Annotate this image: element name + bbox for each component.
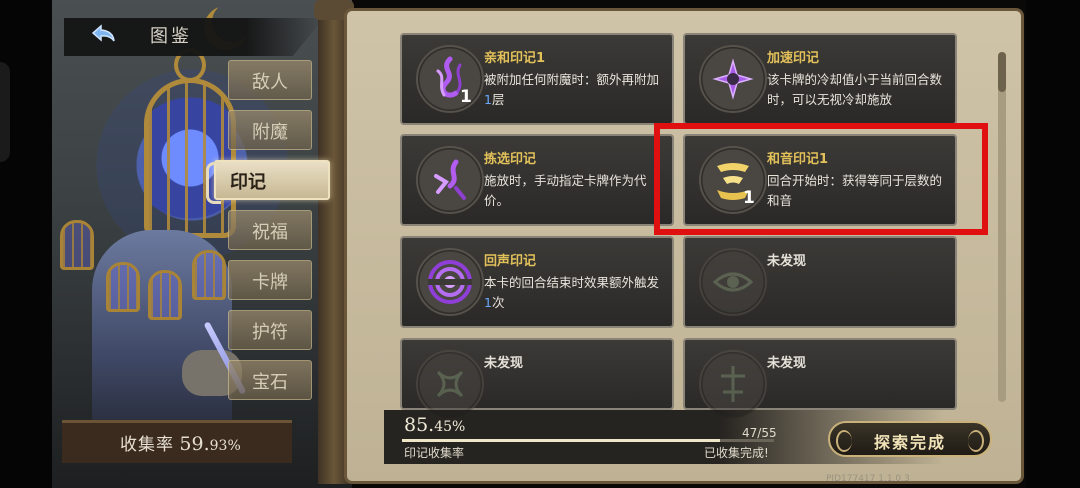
mark-desc-number: 1 [484,295,492,310]
mark-desc-text: 本卡的回合结束时效果额外触发 [484,275,660,290]
scrollbar-thumb[interactable] [998,52,1006,92]
page-title: 图鉴 [150,26,192,47]
marks-collection-label: 印记收集率 [404,446,465,460]
back-button[interactable] [90,22,122,50]
back-arrow-icon [91,24,115,42]
mark-card-undiscovered[interactable]: 未发现 [683,338,957,418]
tab-label: 敌人 [252,72,288,93]
tab-label: 印记 [230,172,266,193]
undiscovered-knot-icon [436,370,464,398]
tab-label: 护符 [252,322,288,343]
card-list-scrollbar[interactable] [998,52,1006,402]
tab-cards[interactable]: 卡牌 [228,260,312,300]
collection-progress-bar [402,439,774,442]
mark-card-undiscovered[interactable]: 未发现 [400,338,674,418]
mark-card-pick[interactable]: 拣选印记 施放时，手动指定卡牌作为代价。 [400,134,674,226]
marks-collection-percent: 85.45% [404,414,465,436]
mark-desc-suffix: 次 [491,295,505,310]
mark-name: 拣选印记 [484,152,537,167]
echo-mark-icon [428,260,472,304]
small-cage [192,250,226,300]
mark-emblem [416,45,484,113]
mark-desc-text: 施放时，手动指定卡牌作为代价。 [484,173,647,208]
tab-label: 卡牌 [252,272,288,293]
haste-mark-icon [712,58,754,100]
percent-dec: 45% [434,419,466,435]
collection-status: 已收集完成! [704,446,769,460]
tab-enchant[interactable]: 附魔 [228,110,312,150]
mark-desc-text: 该卡牌的冷却值小于当前回合数时，可以无视冷却施放 [767,72,943,107]
undiscovered-eye-icon [712,272,754,292]
tab-enemies[interactable]: 敌人 [228,60,312,100]
tab-label: 祝福 [252,222,288,243]
mark-desc-number: 1 [484,92,492,107]
mark-emblem [699,350,767,418]
version-label: PID177417 1.1.0.3 [826,474,910,484]
mark-emblem [416,248,484,316]
mark-card-affinity[interactable]: 1 亲和印记1 被附加任何附魔时：额外再附加1层 [400,33,674,125]
explore-button-label: 探索完成 [873,433,946,452]
mark-description: 本卡的回合结束时效果额外触发 1次 [484,273,664,313]
tab-label: 宝石 [252,372,288,393]
tab-amulets[interactable]: 护符 [228,310,312,350]
tab-marks[interactable]: 印记 [206,160,330,204]
mark-desc-text: 被附加任何附魔时：额外再附加 [484,72,660,87]
highlight-box [654,123,988,235]
collection-rate-dec: 93% [209,438,241,454]
pick-mark-icon [434,159,466,200]
mark-description: 被附加任何附魔时：额外再附加 1层 [484,70,664,110]
mark-description: 施放时，手动指定卡牌作为代价。 [484,171,664,211]
percent-int: 85. [404,414,435,436]
overall-collection-rate: 收集率 59.93% [120,430,241,455]
small-cage [60,220,94,270]
active-tab-bracket [206,162,221,204]
mark-name: 未发现 [767,356,807,371]
screen-edge-right [1026,0,1080,488]
codex-screen: 图鉴 敌人 附魔 印记 祝福 卡牌 护符 宝石 收集率 59.93% 1 亲和印… [0,0,1080,488]
mark-card-haste[interactable]: 加速印记 该卡牌的冷却值小于当前回合数时，可以无视冷却施放 [683,33,957,125]
small-cage [148,270,182,320]
undiscovered-rune-icon [721,366,745,402]
mark-emblem [699,45,767,113]
tab-label: 附魔 [252,122,288,143]
progress-fill [402,439,720,442]
mark-name: 加速印记 [767,51,820,66]
mark-name: 回声印记 [484,254,537,269]
mark-level: 1 [460,87,472,107]
mark-name: 未发现 [767,254,807,269]
mark-description: 该卡牌的冷却值小于当前回合数时，可以无视冷却施放 [767,70,947,110]
collection-rate-int: 59. [179,433,210,455]
mark-emblem [416,146,484,214]
mark-card-echo[interactable]: 回声印记 本卡的回合结束时效果额外触发 1次 [400,236,674,328]
tab-blessings[interactable]: 祝福 [228,210,312,250]
mark-desc-suffix: 层 [491,92,505,107]
category-tabs: 敌人 附魔 印记 祝福 卡牌 护符 宝石 [206,60,344,410]
small-cage [106,262,140,312]
mark-name: 未发现 [484,356,524,371]
collected-count: 47/55 [742,426,777,440]
ornament-right-icon [968,430,984,452]
device-edge-tab [0,62,10,162]
mark-emblem [699,248,767,316]
mark-card-undiscovered[interactable]: 未发现 [683,236,957,328]
collection-rate-label: 收集率 [120,435,174,455]
tab-gems[interactable]: 宝石 [228,360,312,400]
glowing-lantern-cage [144,78,236,238]
mark-name: 亲和印记1 [484,51,546,66]
mark-emblem [416,350,484,418]
explore-complete-button[interactable]: 探索完成 [828,421,992,457]
